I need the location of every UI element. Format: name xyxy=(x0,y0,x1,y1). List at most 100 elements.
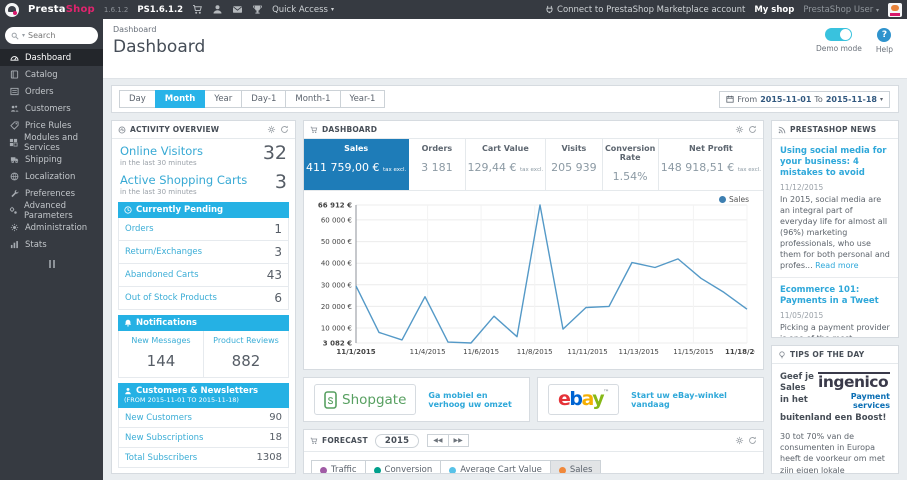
legend-dot-icon xyxy=(719,196,727,203)
product-reviews-cell[interactable]: Product Reviews 882 xyxy=(203,331,288,377)
sidebar-item-stats[interactable]: Stats xyxy=(0,236,103,253)
gear-icon[interactable] xyxy=(735,125,744,134)
sales-line-chart: 3 082 € 10 000 € 20 000 € 30 000 € 40 000 € 5… xyxy=(318,202,755,357)
breadcrumb[interactable]: Dashboard xyxy=(113,25,897,34)
svg-text:20 000 €: 20 000 € xyxy=(321,303,352,311)
user-avatar[interactable] xyxy=(888,2,902,17)
range-year-1-button[interactable]: Year-1 xyxy=(339,90,386,108)
read-more-link[interactable]: Read more xyxy=(815,261,858,270)
svg-text:3 082 €: 3 082 € xyxy=(323,340,352,348)
svg-text:11/13/2015: 11/13/2015 xyxy=(619,348,659,356)
kpi-tab-visits[interactable]: Visits 205 939 xyxy=(546,139,603,190)
marketplace-link[interactable]: Connect to PrestaShop Marketplace accoun… xyxy=(545,5,745,15)
sales-chart: Sales 3 082 € 10 000 € 20 000 € 30 000 € 40 … xyxy=(304,191,763,369)
sidebar-nav: Dashboard Catalog Orders Customers Price… xyxy=(0,49,103,253)
employees-icon[interactable] xyxy=(212,4,223,15)
total-subscribers-link[interactable]: Total Subscribers xyxy=(125,453,197,463)
filter-average-cart-value-button[interactable]: Average Cart Value xyxy=(440,460,551,473)
range-day-1-button[interactable]: Day-1 xyxy=(241,90,287,108)
bulb-icon xyxy=(778,350,786,359)
plug-icon xyxy=(545,5,554,14)
users-icon xyxy=(9,104,19,113)
my-shop-link[interactable]: My shop xyxy=(754,5,794,15)
ebay-link[interactable]: Start uw eBay-winkel vandaag xyxy=(631,391,753,409)
date-range-picker[interactable]: From 2015-11-01 To 2015-11-18 ▾ xyxy=(719,90,890,108)
sidebar-item-catalog[interactable]: Catalog xyxy=(0,66,103,83)
filter-sales-button[interactable]: Sales xyxy=(549,460,602,473)
svg-text:66 912 €: 66 912 € xyxy=(318,202,352,210)
cart-icon[interactable] xyxy=(192,4,203,15)
svg-text:11/18/2015: 11/18/2015 xyxy=(725,348,755,356)
new-subscriptions-row: New Subscriptions 18 xyxy=(119,427,288,447)
tips-title: TIPS OF THE DAY xyxy=(790,350,865,359)
svg-text:10 000 €: 10 000 € xyxy=(321,325,352,333)
sidebar-item-modules[interactable]: Modules and Services xyxy=(0,133,103,153)
search-scope-chevron-icon[interactable]: ▾ xyxy=(22,32,25,39)
kpi-tab-orders[interactable]: Orders 3 181 xyxy=(409,139,466,190)
new-subscriptions-link[interactable]: New Subscriptions xyxy=(125,433,203,443)
version-label: 1.6.1.2 xyxy=(103,5,129,14)
quick-access-menu[interactable]: Quick Access ▾ xyxy=(272,5,334,15)
kpi-tab-net-profit[interactable]: Net Profit 148 918,51 € tax excl. xyxy=(659,139,763,190)
range-day-button[interactable]: Day xyxy=(119,90,156,108)
filter-conversion-button[interactable]: Conversion xyxy=(364,460,442,473)
demo-mode-toggle[interactable] xyxy=(825,28,853,41)
trophy-icon[interactable] xyxy=(252,4,263,15)
gear-icon[interactable] xyxy=(267,125,276,134)
kpi-tab-cart-value[interactable]: Cart Value 129,44 € tax excl. xyxy=(466,139,547,190)
out-of-stock-link[interactable]: Out of Stock Products xyxy=(125,293,217,303)
page-header: Dashboard Dashboard Demo mode ? Help xyxy=(103,19,907,79)
sidebar-item-administration[interactable]: Administration xyxy=(0,219,103,236)
news-item: Ecommerce 101: Payments in a Tweet 11/05… xyxy=(772,277,898,337)
shopgate-ad: Shopgate Ga mobiel en verhoog uw omzet xyxy=(303,377,530,422)
forecast-prev-button[interactable]: ◀◀ xyxy=(427,434,449,447)
tips-of-the-day-panel: TIPS OF THE DAY ingenico Payment service… xyxy=(771,345,899,474)
orders-link[interactable]: Orders xyxy=(125,224,154,234)
messages-icon[interactable] xyxy=(232,4,243,15)
online-visitors-link[interactable]: Online Visitors xyxy=(120,144,203,158)
ingenico-logo: ingenico Payment services xyxy=(818,372,890,410)
users-icon xyxy=(124,387,132,395)
forecast-year[interactable]: 2015 xyxy=(374,433,420,448)
prestashop-admin-dashboard: PrestaShop 1.6.1.2 PS1.6.1.2 Quick Acces… xyxy=(0,0,907,480)
refresh-icon[interactable] xyxy=(748,125,757,134)
returns-link[interactable]: Return/Exchanges xyxy=(125,247,202,257)
range-month-button[interactable]: Month xyxy=(154,90,206,108)
user-menu[interactable]: PrestaShop User ▾ xyxy=(803,5,879,15)
kpi-tab-conversion-rate[interactable]: Conversion Rate 1.54% xyxy=(603,139,659,190)
new-customers-link[interactable]: New Customers xyxy=(125,413,192,423)
news-item-title-link[interactable]: Ecommerce 101: Payments in a Tweet xyxy=(780,285,890,307)
kpi-tab-sales[interactable]: Sales 411 759,00 € tax excl. xyxy=(304,139,410,190)
shopgate-link[interactable]: Ga mobiel en verhoog uw omzet xyxy=(428,391,519,409)
refresh-icon[interactable] xyxy=(280,125,289,134)
gear-icon[interactable] xyxy=(735,436,744,445)
forecast-next-button[interactable]: ▶▶ xyxy=(447,434,469,447)
page-title: Dashboard xyxy=(113,37,206,57)
shopgate-logo: Shopgate xyxy=(314,384,417,415)
new-messages-cell[interactable]: New Messages 144 xyxy=(119,331,203,377)
active-carts-link[interactable]: Active Shopping Carts xyxy=(120,173,247,187)
sidebar-item-shipping[interactable]: Shipping xyxy=(0,151,103,168)
sidebar-item-price-rules[interactable]: Price Rules xyxy=(0,117,103,134)
sidebar-item-dashboard[interactable]: Dashboard xyxy=(0,49,103,66)
wrench-icon xyxy=(9,189,19,198)
help-button[interactable]: ? xyxy=(877,28,892,42)
sidebar-item-preferences[interactable]: Preferences xyxy=(0,185,103,202)
currently-pending-header: Currently Pending xyxy=(118,202,289,218)
refresh-icon[interactable] xyxy=(748,436,757,445)
range-month-1-button[interactable]: Month-1 xyxy=(285,90,341,108)
sidebar-search[interactable]: ▾ xyxy=(5,27,98,44)
sidebar-item-orders[interactable]: Orders xyxy=(0,83,103,100)
chart-legend: Sales xyxy=(719,195,749,204)
sidebar-item-advanced-parameters[interactable]: Advanced Parameters xyxy=(0,201,103,221)
news-item-title-link[interactable]: Using social media for your business: 4 … xyxy=(780,146,890,179)
news-item-date: 11/12/2015 xyxy=(780,183,824,193)
range-year-button[interactable]: Year xyxy=(204,90,243,108)
search-input[interactable] xyxy=(28,31,77,40)
sidebar-item-customers[interactable]: Customers xyxy=(0,100,103,117)
filter-traffic-button[interactable]: Traffic xyxy=(311,460,366,473)
demo-mode-label: Demo mode xyxy=(815,44,862,53)
sidebar-item-localization[interactable]: Localization xyxy=(0,168,103,185)
sidebar-collapse-button[interactable] xyxy=(0,260,103,268)
abandoned-carts-link[interactable]: Abandoned Carts xyxy=(125,270,199,280)
